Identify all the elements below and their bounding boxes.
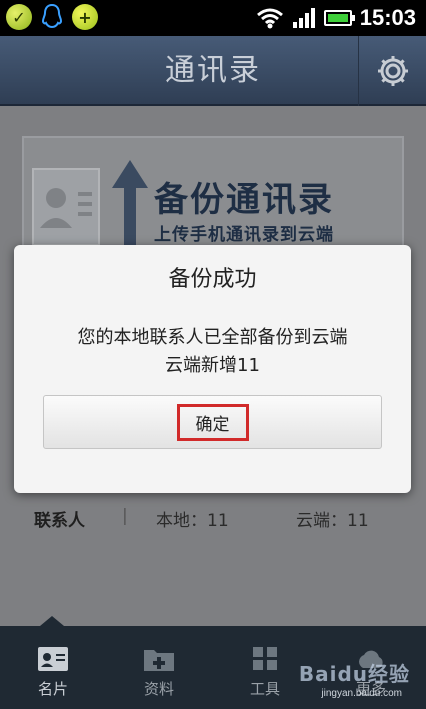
security-app-icon: ✓ bbox=[6, 4, 32, 30]
status-bar: ✓ + 15:03 bbox=[0, 0, 426, 36]
confirm-button[interactable]: 确定 bbox=[43, 395, 382, 449]
tab-card-label: 名片 bbox=[37, 680, 68, 698]
clock: 15:03 bbox=[359, 5, 416, 30]
dialog-title: 备份成功 bbox=[168, 267, 257, 292]
tab-profile[interactable]: 资料 bbox=[106, 626, 212, 709]
contact-counts: 联系人 | 本地：11 云端：11 bbox=[0, 506, 426, 534]
settings-button[interactable] bbox=[358, 36, 426, 106]
backup-subheading: 上传手机通讯录到云端 bbox=[154, 225, 334, 245]
dialog-message: 您的本地联系人已全部备份到云端 bbox=[77, 327, 348, 348]
grid-icon bbox=[253, 647, 277, 670]
contact-card-icon bbox=[32, 168, 100, 246]
folder-plus-icon bbox=[144, 650, 174, 671]
watermark-logo: Baidu经验 bbox=[298, 662, 410, 686]
tab-card[interactable]: 名片 bbox=[0, 616, 106, 709]
backup-heading: 备份通讯录 bbox=[154, 180, 334, 220]
active-tab-pointer bbox=[40, 616, 64, 626]
backup-success-dialog: 备份成功 您的本地联系人已全部备份到云端 云端新增11 确定 bbox=[14, 245, 411, 493]
wifi-icon bbox=[256, 8, 283, 29]
confirm-button-label: 确定 bbox=[176, 403, 249, 441]
local-count: 本地：11 bbox=[156, 511, 229, 531]
system-indicators: 15:03 bbox=[256, 0, 416, 36]
tab-profile-label: 资料 bbox=[143, 680, 174, 698]
cloud-count: 云端：11 bbox=[296, 511, 369, 531]
bottom-nav: 名片 资料 工具 更多 Baidu经验 jingyan.baidu.com bbox=[0, 616, 426, 709]
qq-penguin-icon bbox=[40, 3, 64, 30]
plus-app-icon: + bbox=[72, 4, 98, 30]
battery-icon bbox=[323, 10, 355, 26]
signal-icon bbox=[292, 8, 315, 28]
gear-icon bbox=[377, 56, 408, 86]
notification-icons: ✓ + bbox=[6, 3, 98, 30]
dialog-message-detail: 云端新增11 bbox=[165, 355, 260, 376]
card-icon bbox=[38, 647, 68, 671]
title-bar: 通讯录 bbox=[0, 36, 426, 106]
divider: | bbox=[122, 506, 128, 526]
watermark-url: jingyan.baidu.com bbox=[321, 688, 402, 699]
contacts-label: 联系人 bbox=[34, 511, 85, 531]
